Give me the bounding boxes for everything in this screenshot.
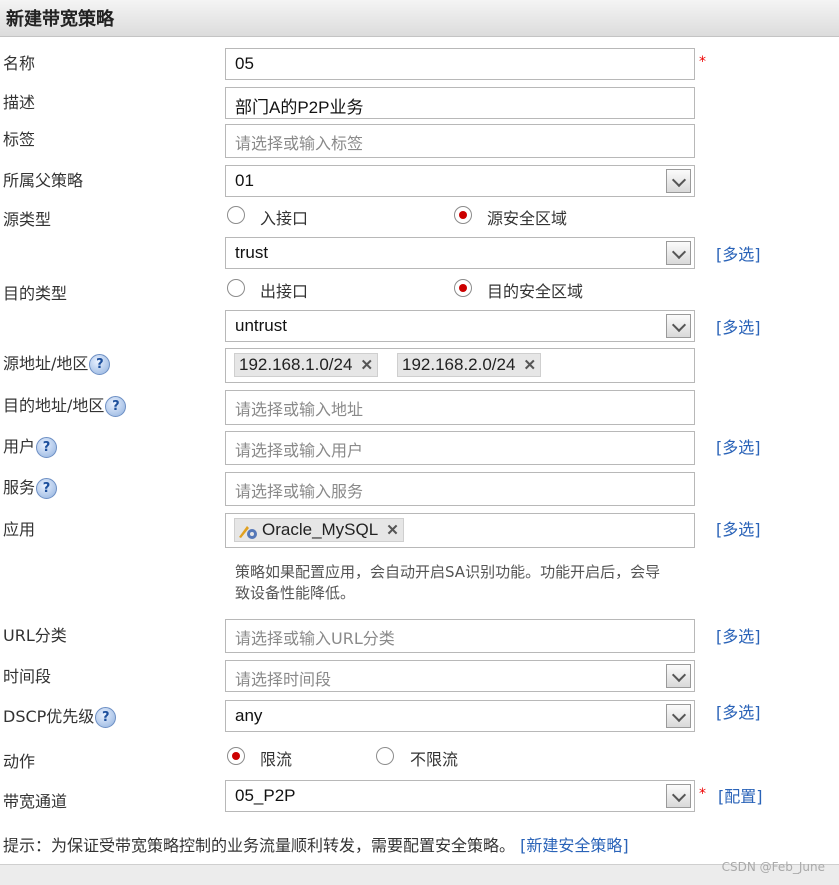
address-tag: 192.168.1.0/24 ✕ — [234, 353, 379, 377]
application-multi-link[interactable]: [多选] — [716, 516, 761, 540]
radio-action-limit[interactable] — [227, 747, 245, 765]
radio-dest-interface[interactable] — [227, 279, 245, 297]
dscp-value: any — [235, 706, 263, 725]
time-range-placeholder: 请选择时间段 — [235, 670, 332, 689]
help-icon[interactable]: ? — [36, 478, 58, 499]
description-value: 部门A的P2P业务 — [235, 98, 364, 117]
chevron-down-icon[interactable] — [666, 664, 691, 688]
name-value: 05 — [235, 54, 254, 73]
url-category-placeholder: 请选择或输入URL分类 — [235, 629, 395, 648]
service-label-text: 服务 — [3, 478, 36, 497]
dscp-select[interactable]: any — [225, 700, 695, 732]
application-hint: 策略如果配置应用，会自动开启SA识别功能。功能开启后，会导致设备性能降低。 — [235, 563, 661, 602]
radio-dest-zone-label: 目的安全区域 — [487, 282, 584, 301]
dest-zone-value: untrust — [235, 316, 287, 335]
address-tag-text: 192.168.1.0/24 — [239, 355, 353, 374]
radio-action-limit-label: 限流 — [260, 750, 293, 769]
bandwidth-channel-label: 带宽通道 — [3, 792, 68, 811]
description-label: 描述 — [3, 93, 36, 112]
url-category-input[interactable]: 请选择或输入URL分类 — [225, 619, 695, 653]
name-input[interactable]: 05 — [225, 48, 695, 80]
dscp-multi-link[interactable]: [多选] — [716, 699, 761, 723]
help-icon[interactable]: ? — [95, 707, 117, 728]
parent-policy-select[interactable]: 01 — [225, 165, 695, 197]
radio-action-nolimit-label: 不限流 — [410, 750, 459, 769]
footer-tip-text: 提示：为保证受带宽策略控制的业务流量顺利转发，需要配置安全策略。 — [3, 836, 516, 855]
watermark: CSDN @Feb_June — [721, 860, 825, 874]
bandwidth-channel-required-mark: * — [699, 786, 706, 802]
action-label: 动作 — [3, 752, 36, 771]
bandwidth-channel-select[interactable]: 05_P2P — [225, 780, 695, 812]
source-zone-select[interactable]: trust — [225, 237, 695, 269]
service-placeholder: 请选择或输入服务 — [235, 482, 364, 501]
radio-dest-interface-label: 出接口 — [260, 282, 309, 301]
dest-address-label: 目的地址/地区? — [3, 392, 127, 417]
application-tag-text: Oracle_MySQL — [262, 520, 379, 539]
name-label: 名称 — [3, 54, 36, 73]
source-type-label: 源类型 — [3, 210, 52, 229]
user-label-text: 用户 — [3, 437, 36, 456]
source-zone-multi-link[interactable]: [多选] — [716, 241, 761, 265]
user-multi-link[interactable]: [多选] — [716, 434, 761, 458]
name-required-mark: * — [699, 54, 706, 70]
close-icon[interactable]: ✕ — [360, 357, 373, 374]
user-input[interactable]: 请选择或输入用户 — [225, 431, 695, 465]
tag-label: 标签 — [3, 130, 36, 149]
radio-source-zone[interactable] — [454, 206, 472, 224]
address-tag-text: 192.168.2.0/24 — [402, 355, 516, 374]
service-label: 服务? — [3, 474, 58, 499]
application-icon — [239, 525, 257, 539]
chevron-down-icon[interactable] — [666, 704, 691, 728]
tag-placeholder: 请选择或输入标签 — [235, 134, 364, 153]
help-icon[interactable]: ? — [36, 437, 58, 458]
radio-source-interface-label: 入接口 — [260, 209, 309, 228]
service-input[interactable]: 请选择或输入服务 — [225, 472, 695, 506]
address-tag: 192.168.2.0/24 ✕ — [397, 353, 542, 377]
help-icon[interactable]: ? — [89, 354, 111, 375]
chevron-down-icon[interactable] — [666, 784, 691, 808]
radio-source-interface[interactable] — [227, 206, 245, 224]
dscp-label-text: DSCP优先级 — [3, 707, 95, 726]
source-address-input[interactable]: 192.168.1.0/24 ✕ 192.168.2.0/24 ✕ — [225, 348, 695, 383]
dest-address-input[interactable]: 请选择或输入地址 — [225, 390, 695, 425]
application-input[interactable]: Oracle_MySQL ✕ — [225, 513, 695, 548]
help-icon[interactable]: ? — [105, 396, 127, 417]
source-address-label: 源地址/地区? — [3, 350, 111, 375]
bandwidth-channel-value: 05_P2P — [235, 786, 296, 805]
bandwidth-channel-config-link[interactable]: [配置] — [718, 783, 763, 807]
description-input[interactable]: 部门A的P2P业务 — [225, 87, 695, 119]
time-range-label: 时间段 — [3, 667, 52, 686]
radio-source-zone-label: 源安全区域 — [487, 209, 568, 228]
source-zone-value: trust — [235, 243, 269, 262]
url-category-label: URL分类 — [3, 626, 67, 645]
dest-address-label-text: 目的地址/地区 — [3, 396, 105, 415]
dscp-label: DSCP优先级? — [3, 703, 117, 728]
bottom-bar — [0, 864, 839, 885]
application-label: 应用 — [3, 520, 36, 539]
radio-dest-zone[interactable] — [454, 279, 472, 297]
new-security-policy-link[interactable]: [新建安全策略] — [520, 836, 629, 855]
application-tag: Oracle_MySQL ✕ — [234, 518, 404, 542]
close-icon[interactable]: ✕ — [386, 522, 399, 539]
parent-policy-label: 所属父策略 — [3, 171, 84, 190]
chevron-down-icon[interactable] — [666, 169, 691, 193]
user-label: 用户? — [3, 433, 58, 458]
parent-policy-value: 01 — [235, 171, 254, 190]
user-placeholder: 请选择或输入用户 — [235, 441, 364, 460]
source-address-label-text: 源地址/地区 — [3, 354, 89, 373]
dest-address-placeholder: 请选择或输入地址 — [235, 400, 364, 419]
chevron-down-icon[interactable] — [666, 241, 691, 265]
dest-zone-multi-link[interactable]: [多选] — [716, 314, 761, 338]
tag-input[interactable]: 请选择或输入标签 — [225, 124, 695, 158]
url-category-multi-link[interactable]: [多选] — [716, 623, 761, 647]
dialog-titlebar: 新建带宽策略 — [0, 0, 839, 37]
dialog-title: 新建带宽策略 — [6, 9, 114, 30]
dest-type-label: 目的类型 — [3, 284, 68, 303]
dest-zone-select[interactable]: untrust — [225, 310, 695, 342]
chevron-down-icon[interactable] — [666, 314, 691, 338]
time-range-select[interactable]: 请选择时间段 — [225, 660, 695, 692]
footer-tip: 提示：为保证受带宽策略控制的业务流量顺利转发，需要配置安全策略。 [新建安全策略… — [3, 832, 629, 856]
close-icon[interactable]: ✕ — [523, 357, 536, 374]
radio-action-nolimit[interactable] — [376, 747, 394, 765]
